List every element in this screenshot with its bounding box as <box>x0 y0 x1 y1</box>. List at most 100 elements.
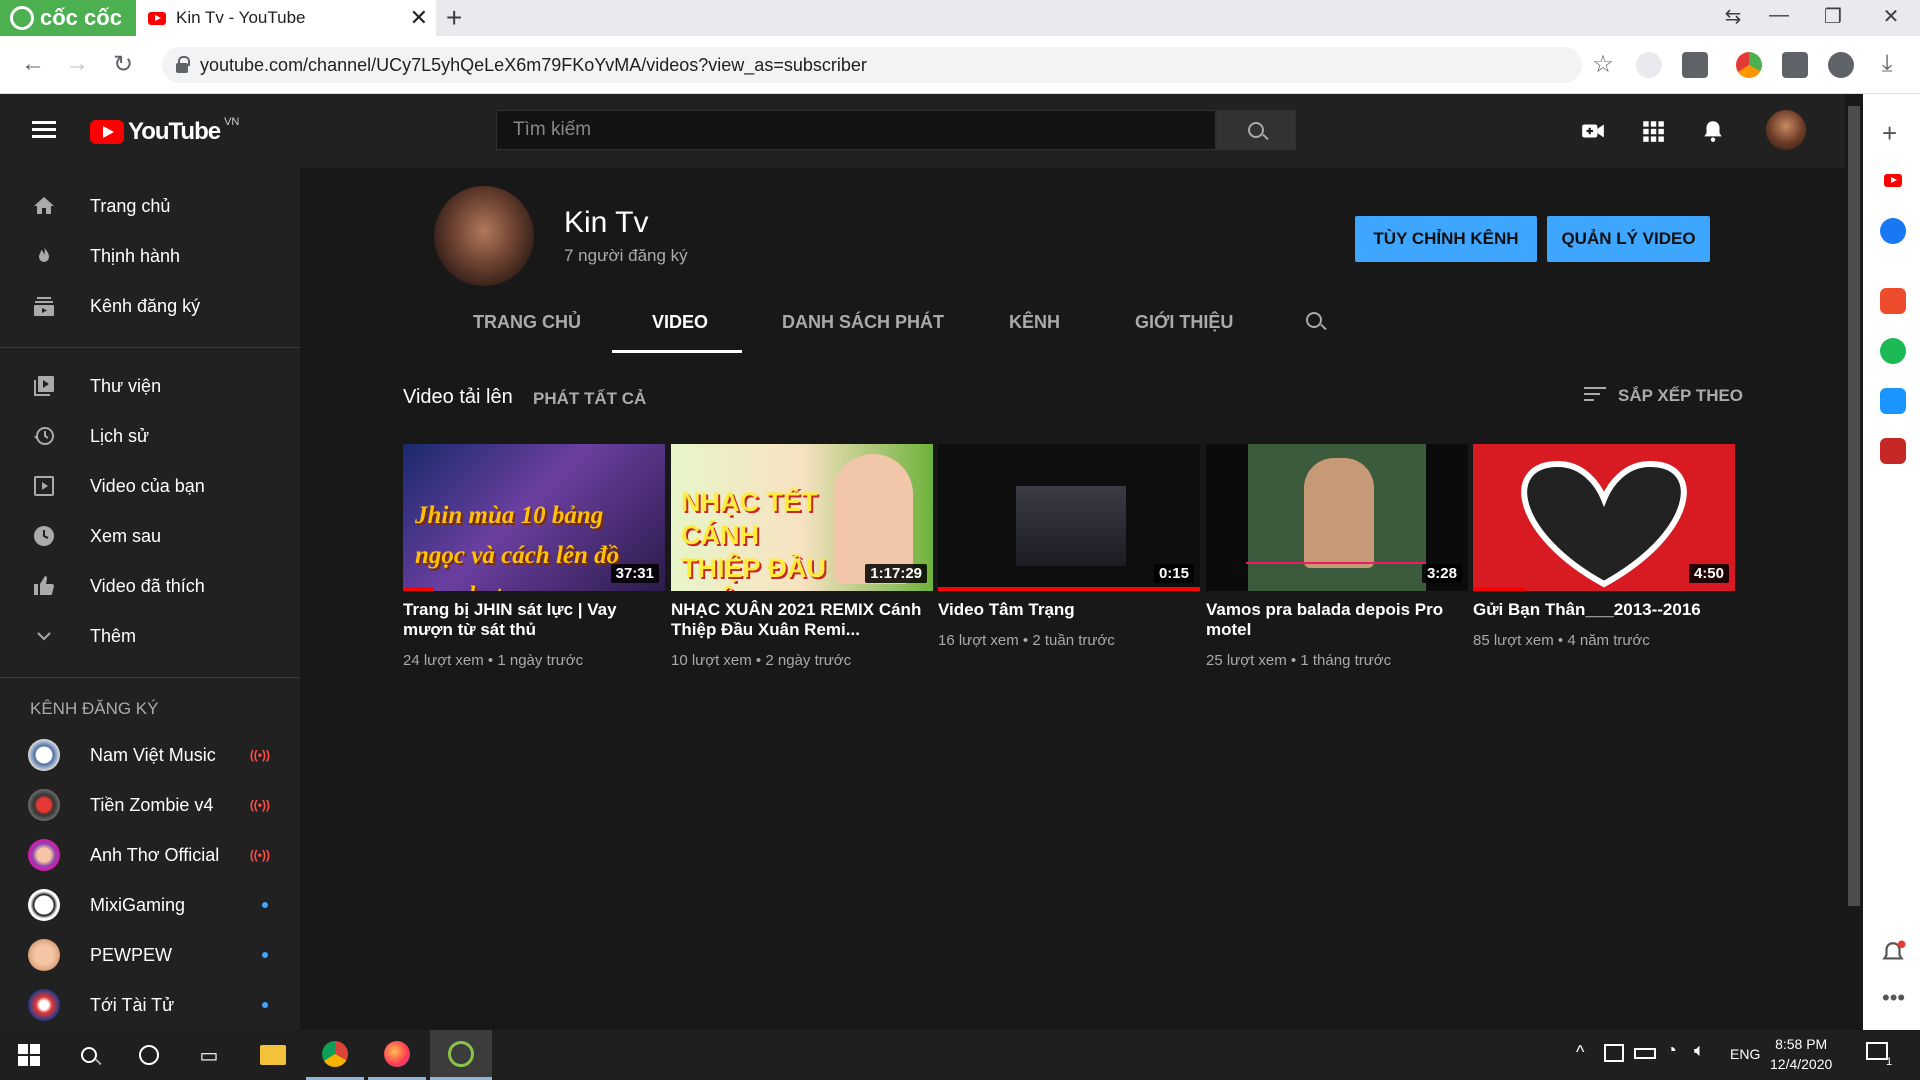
battery-icon[interactable] <box>1634 1048 1656 1059</box>
puzzle-extensions-icon[interactable] <box>1782 52 1808 78</box>
channel-avatar <box>28 939 60 971</box>
video-thumbnail[interactable]: 0:15 <box>938 444 1200 591</box>
close-tab-icon[interactable]: ✕ <box>410 5 428 31</box>
subscription-item[interactable]: Tiền Zombie v4 ((•)) <box>0 780 300 830</box>
sidebar-item-library[interactable]: Thư viện <box>0 361 300 411</box>
channel-search-button[interactable] <box>1306 312 1322 328</box>
spotify-panel-icon[interactable] <box>1880 338 1906 364</box>
subscription-item[interactable]: Nam Việt Music ((•)) <box>0 730 300 780</box>
tab-home[interactable]: TRANG CHỦ <box>473 312 581 333</box>
firefox-taskbar-icon[interactable] <box>368 1030 426 1080</box>
customize-channel-button[interactable]: TÙY CHỈNH KÊNH <box>1355 216 1537 262</box>
panel-more-icon[interactable]: ••• <box>1882 985 1905 1011</box>
minimize-button[interactable]: — <box>1764 4 1794 27</box>
task-view-icon[interactable]: ▭ <box>180 1030 238 1080</box>
coccoc-taskbar-icon[interactable] <box>430 1030 492 1080</box>
video-thumbnail[interactable]: NHẠC TẾT CÁNH THIỆP ĐẦU XUÂN 1:17:29 <box>671 444 933 591</box>
sidebar-item-trending[interactable]: Thịnh hành <box>0 231 300 281</box>
forward-icon[interactable]: → <box>62 50 92 78</box>
video-thumbnail[interactable]: 4:50 <box>1473 444 1735 591</box>
video-title[interactable]: NHẠC XUÂN 2021 REMIX Cánh Thiệp Đầu Xuân… <box>671 600 933 640</box>
video-thumbnail[interactable]: 3:28 <box>1206 444 1468 591</box>
video-meta: 25 lượt xem • 1 tháng trước <box>1206 652 1392 669</box>
notifications-bell-icon[interactable] <box>1700 118 1726 144</box>
close-window-button[interactable]: ✕ <box>1876 4 1906 29</box>
subscription-item[interactable]: Anh Thơ Official ((•)) <box>0 830 300 880</box>
youtube-favicon-icon <box>148 11 166 25</box>
sidebar-item-subscriptions[interactable]: Kênh đăng ký <box>0 281 300 331</box>
menu-hamburger-icon[interactable] <box>32 121 56 139</box>
sidebar-item-liked-videos[interactable]: Video đã thích <box>0 561 300 611</box>
chrome-taskbar-icon[interactable] <box>306 1030 364 1080</box>
file-explorer-icon[interactable] <box>244 1030 302 1080</box>
sort-by-button[interactable]: SẮP XẾP THEO <box>1584 386 1743 406</box>
play-all-button[interactable]: PHÁT TẤT CẢ <box>533 389 646 409</box>
search-button[interactable] <box>1216 110 1296 150</box>
apps-grid-icon[interactable] <box>1640 118 1666 144</box>
security-tray-icon[interactable] <box>1604 1044 1624 1062</box>
watch-progress-bar <box>403 587 435 591</box>
search-input[interactable]: Tìm kiếm <box>496 110 1216 150</box>
coccoc-menu-button[interactable]: cốc cốc <box>0 0 136 36</box>
subscription-item[interactable]: MixiGaming <box>0 880 300 930</box>
show-hidden-icons-chevron-icon[interactable]: ^ <box>1576 1042 1584 1063</box>
scrollbar-thumb[interactable] <box>1848 106 1860 906</box>
maximize-button[interactable]: ❐ <box>1818 4 1848 29</box>
system-clock[interactable]: 8:58 PM 12/4/2020 <box>1770 1034 1832 1074</box>
uploads-section-title[interactable]: Video tải lên <box>403 386 513 409</box>
downloads-icon[interactable]: ⤓ <box>1872 50 1902 78</box>
windows-start-icon[interactable] <box>0 1030 58 1080</box>
youtube-logo[interactable]: YouTube VN <box>90 116 240 146</box>
create-video-icon[interactable] <box>1580 118 1606 144</box>
wifi-icon[interactable]: ◔ <box>1666 1040 1677 1061</box>
video-age: 1 tháng trước <box>1300 652 1392 669</box>
input-language[interactable]: ENG <box>1730 1046 1760 1062</box>
profile-icon[interactable] <box>1828 52 1854 78</box>
tiki-panel-icon[interactable] <box>1880 388 1906 414</box>
tab-about[interactable]: GIỚI THIỆU <box>1135 312 1233 333</box>
restore-tabs-icon[interactable]: ⇆ <box>1718 4 1748 29</box>
address-bar[interactable]: youtube.com/channel/UCy7L5yhQeLeX6m79FKo… <box>162 47 1582 83</box>
volume-icon[interactable]: 🔈︎ <box>1694 1040 1705 1061</box>
manage-videos-button[interactable]: QUẢN LÝ VIDEO <box>1547 216 1710 262</box>
subscription-item[interactable]: PEWPEW <box>0 930 300 980</box>
panel-notifications-bell-icon[interactable] <box>1880 940 1906 966</box>
tab-videos[interactable]: VIDEO <box>652 312 708 333</box>
sidebar-item-your-videos[interactable]: Video của bạn <box>0 461 300 511</box>
download-box-icon[interactable] <box>1682 52 1708 78</box>
subscription-item[interactable]: Tới Tài Tử <box>0 980 300 1030</box>
video-thumbnail[interactable]: Jhin mùa 10 bảng ngọc và cách lên đồ one… <box>403 444 665 591</box>
shopee-panel-icon[interactable] <box>1880 288 1906 314</box>
tab-channels[interactable]: KÊNH <box>1009 312 1060 333</box>
reload-icon[interactable]: ↻ <box>108 50 138 79</box>
video-title[interactable]: Vamos pra balada depois Pro motel <box>1206 600 1468 640</box>
video-title[interactable]: Video Tâm Trạng <box>938 600 1200 620</box>
sidebar-item-home[interactable]: Trang chủ <box>0 181 300 231</box>
youtube-panel-icon[interactable] <box>1880 168 1906 194</box>
sidebar-item-history[interactable]: Lịch sử <box>0 411 300 461</box>
tab-playlists[interactable]: DANH SÁCH PHÁT <box>782 312 944 333</box>
cortana-icon[interactable] <box>120 1030 178 1080</box>
action-center-icon[interactable] <box>1866 1042 1888 1060</box>
vtv-panel-icon[interactable] <box>1880 438 1906 464</box>
youtube-logo-text: YouTube <box>128 118 221 145</box>
add-panel-icon[interactable]: + <box>1882 118 1897 149</box>
account-avatar[interactable] <box>1766 110 1806 150</box>
new-content-dot <box>262 1002 268 1008</box>
video-duration: 1:17:29 <box>865 564 927 583</box>
video-title[interactable]: Trang bị JHIN sát lực | Vay mượn từ sát … <box>403 600 665 640</box>
shield-icon[interactable] <box>1636 52 1662 78</box>
new-tab-button[interactable]: + <box>446 2 462 34</box>
sidebar-item-show-more[interactable]: Thêm <box>0 611 300 661</box>
back-icon[interactable]: ← <box>18 50 48 78</box>
region-code: VN <box>224 116 240 128</box>
video-duration: 4:50 <box>1688 564 1729 583</box>
taskbar-search-button[interactable] <box>60 1030 118 1080</box>
facebook-panel-icon[interactable] <box>1880 218 1906 244</box>
youtube-play-logo-icon <box>90 120 124 144</box>
sidebar-item-watch-later[interactable]: Xem sau <box>0 511 300 561</box>
video-title[interactable]: Gửi Bạn Thân___2013--2016 <box>1473 600 1735 620</box>
bookmark-star-icon[interactable]: ☆ <box>1588 50 1618 79</box>
coccoc-extension-icon[interactable] <box>1736 52 1762 78</box>
browser-tab-active[interactable]: Kin Tv - YouTube ✕ <box>136 0 436 36</box>
